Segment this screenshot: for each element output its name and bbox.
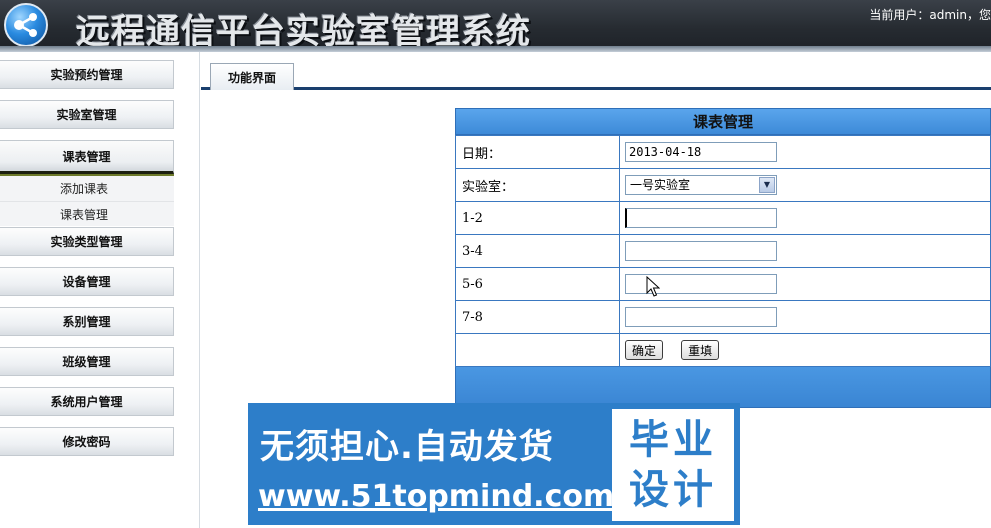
sidebar-item-system-user[interactable]: 系统用户管理 [0,387,174,416]
banner-badge-bottom: 设计 [629,467,717,513]
slot-1-2-input[interactable] [625,208,777,228]
timetable-submenu: 添加课表 课表管理 [0,174,174,228]
timetable-form: 课表管理 日期： 实验室： 一号实验室 ▼ 1-2 3-4 [455,108,991,408]
banner-badge: 毕业 设计 [612,409,734,521]
slot-3-4-input[interactable] [625,241,777,261]
sidebar-item-timetable[interactable]: 课表管理 [0,140,174,174]
submenu-manage-timetable[interactable]: 课表管理 [0,202,174,228]
slot-1-2-label: 1-2 [455,201,620,235]
app-header: 远程通信平台实验室管理系统 当前用户：admin，您 [0,0,991,52]
slot-3-4-label: 3-4 [455,234,620,268]
current-user-info: 当前用户：admin，您 [869,8,991,22]
lab-select[interactable]: 一号实验室 ▼ [625,175,777,195]
confirm-button[interactable]: 确定 [625,340,664,360]
chevron-down-icon[interactable]: ▼ [759,177,775,193]
banner-badge-top: 毕业 [629,417,717,463]
slot-5-6-label: 5-6 [455,267,620,301]
sidebar-item-experiment-type[interactable]: 实验类型管理 [0,227,174,256]
tab-function[interactable]: 功能界面 [210,63,294,90]
system-title: 远程通信平台实验室管理系统 [76,12,531,52]
submenu-add-timetable[interactable]: 添加课表 [0,176,174,202]
form-footer-bar [455,367,991,408]
form-title: 课表管理 [455,108,991,135]
sidebar-item-booking[interactable]: 实验预约管理 [0,60,174,89]
date-input[interactable] [625,142,777,162]
button-row-spacer [455,333,620,367]
slot-7-8-label: 7-8 [455,300,620,334]
sidebar: 实验预约管理 实验室管理 课表管理 添加课表 课表管理 实验类型管理 设备管理 … [0,52,200,528]
logo-icon [4,3,48,47]
sidebar-item-lab[interactable]: 实验室管理 [0,100,174,129]
sidebar-item-class[interactable]: 班级管理 [0,347,174,376]
sidebar-item-department[interactable]: 系别管理 [0,307,174,336]
sidebar-item-change-password[interactable]: 修改密码 [0,427,174,456]
banner-slogan: 无须担心.自动发货 [260,427,554,467]
lab-label: 实验室： [455,168,620,202]
promo-banner: 无须担心.自动发货 www.51topmind.com 毕业 设计 [248,403,740,525]
lab-select-value: 一号实验室 [630,178,691,192]
slot-7-8-input[interactable] [625,307,777,327]
form-table: 日期： 实验室： 一号实验室 ▼ 1-2 3-4 [455,135,991,367]
banner-url: www.51topmind.com [258,479,615,514]
date-label: 日期： [455,135,620,169]
reset-button[interactable]: 重填 [681,340,720,360]
tab-bar: 功能界面 [201,60,991,90]
sidebar-item-equipment[interactable]: 设备管理 [0,267,174,296]
mouse-cursor-icon [646,276,660,297]
